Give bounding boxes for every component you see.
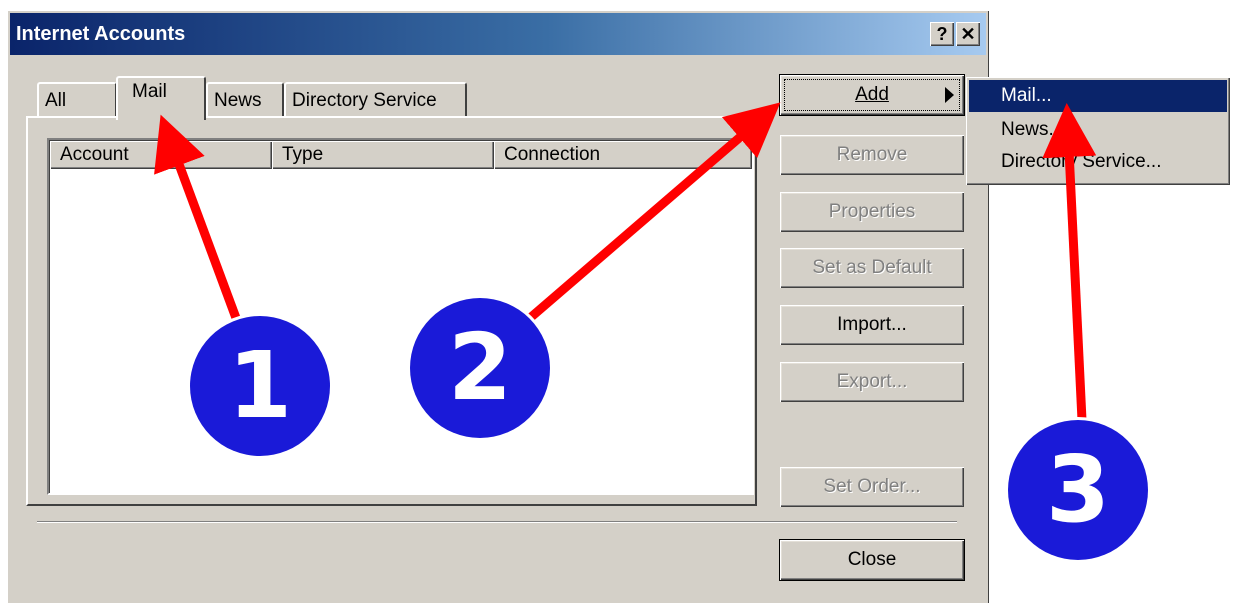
set-order-button[interactable]: Set Order... [780,467,964,507]
tab-all-label: All [45,90,67,111]
properties-button[interactable]: Properties [780,192,964,232]
window-title: Internet Accounts [16,23,186,45]
tab-mail[interactable]: Mail [116,76,206,120]
remove-button[interactable]: Remove [780,135,964,175]
tab-directory-service-label: Directory Service [292,90,437,111]
menu-item-directory-service[interactable]: Directory Service... [969,146,1227,178]
column-connection-label: Connection [504,144,601,165]
tab-all[interactable]: All [37,82,117,118]
set-as-default-button[interactable]: Set as Default [780,248,964,288]
add-submenu: Mail... News... Directory Service... [966,77,1230,185]
column-type-label: Type [282,144,324,165]
step-2-badge: 2 [410,298,550,438]
column-header-type[interactable]: Type [272,141,494,169]
menu-item-news[interactable]: News... [969,114,1227,146]
column-header-connection[interactable]: Connection [494,141,752,169]
close-button[interactable]: Close [779,539,965,581]
step-1-badge: 1 [190,316,330,456]
title-bar[interactable]: Internet Accounts ? ✕ [10,13,986,55]
import-button[interactable]: Import... [780,305,964,345]
help-button[interactable]: ? [930,22,954,46]
tab-directory-service[interactable]: Directory Service [284,82,467,118]
submenu-arrow-icon [945,87,954,103]
separator-line [37,521,957,523]
step-3-badge: 3 [1008,420,1148,560]
column-account-label: Account [60,144,129,165]
column-header-account[interactable]: Account [50,141,272,169]
tab-news[interactable]: News [206,82,284,118]
tab-mail-label: Mail [132,81,167,102]
tab-news-label: News [214,90,262,111]
export-button[interactable]: Export... [780,362,964,402]
close-window-button[interactable]: ✕ [956,22,980,46]
add-button[interactable]: Add [779,74,965,116]
menu-item-mail[interactable]: Mail... [969,80,1227,112]
accounts-list[interactable]: Account Type Connection [47,138,754,495]
add-button-label: Add [855,84,889,105]
